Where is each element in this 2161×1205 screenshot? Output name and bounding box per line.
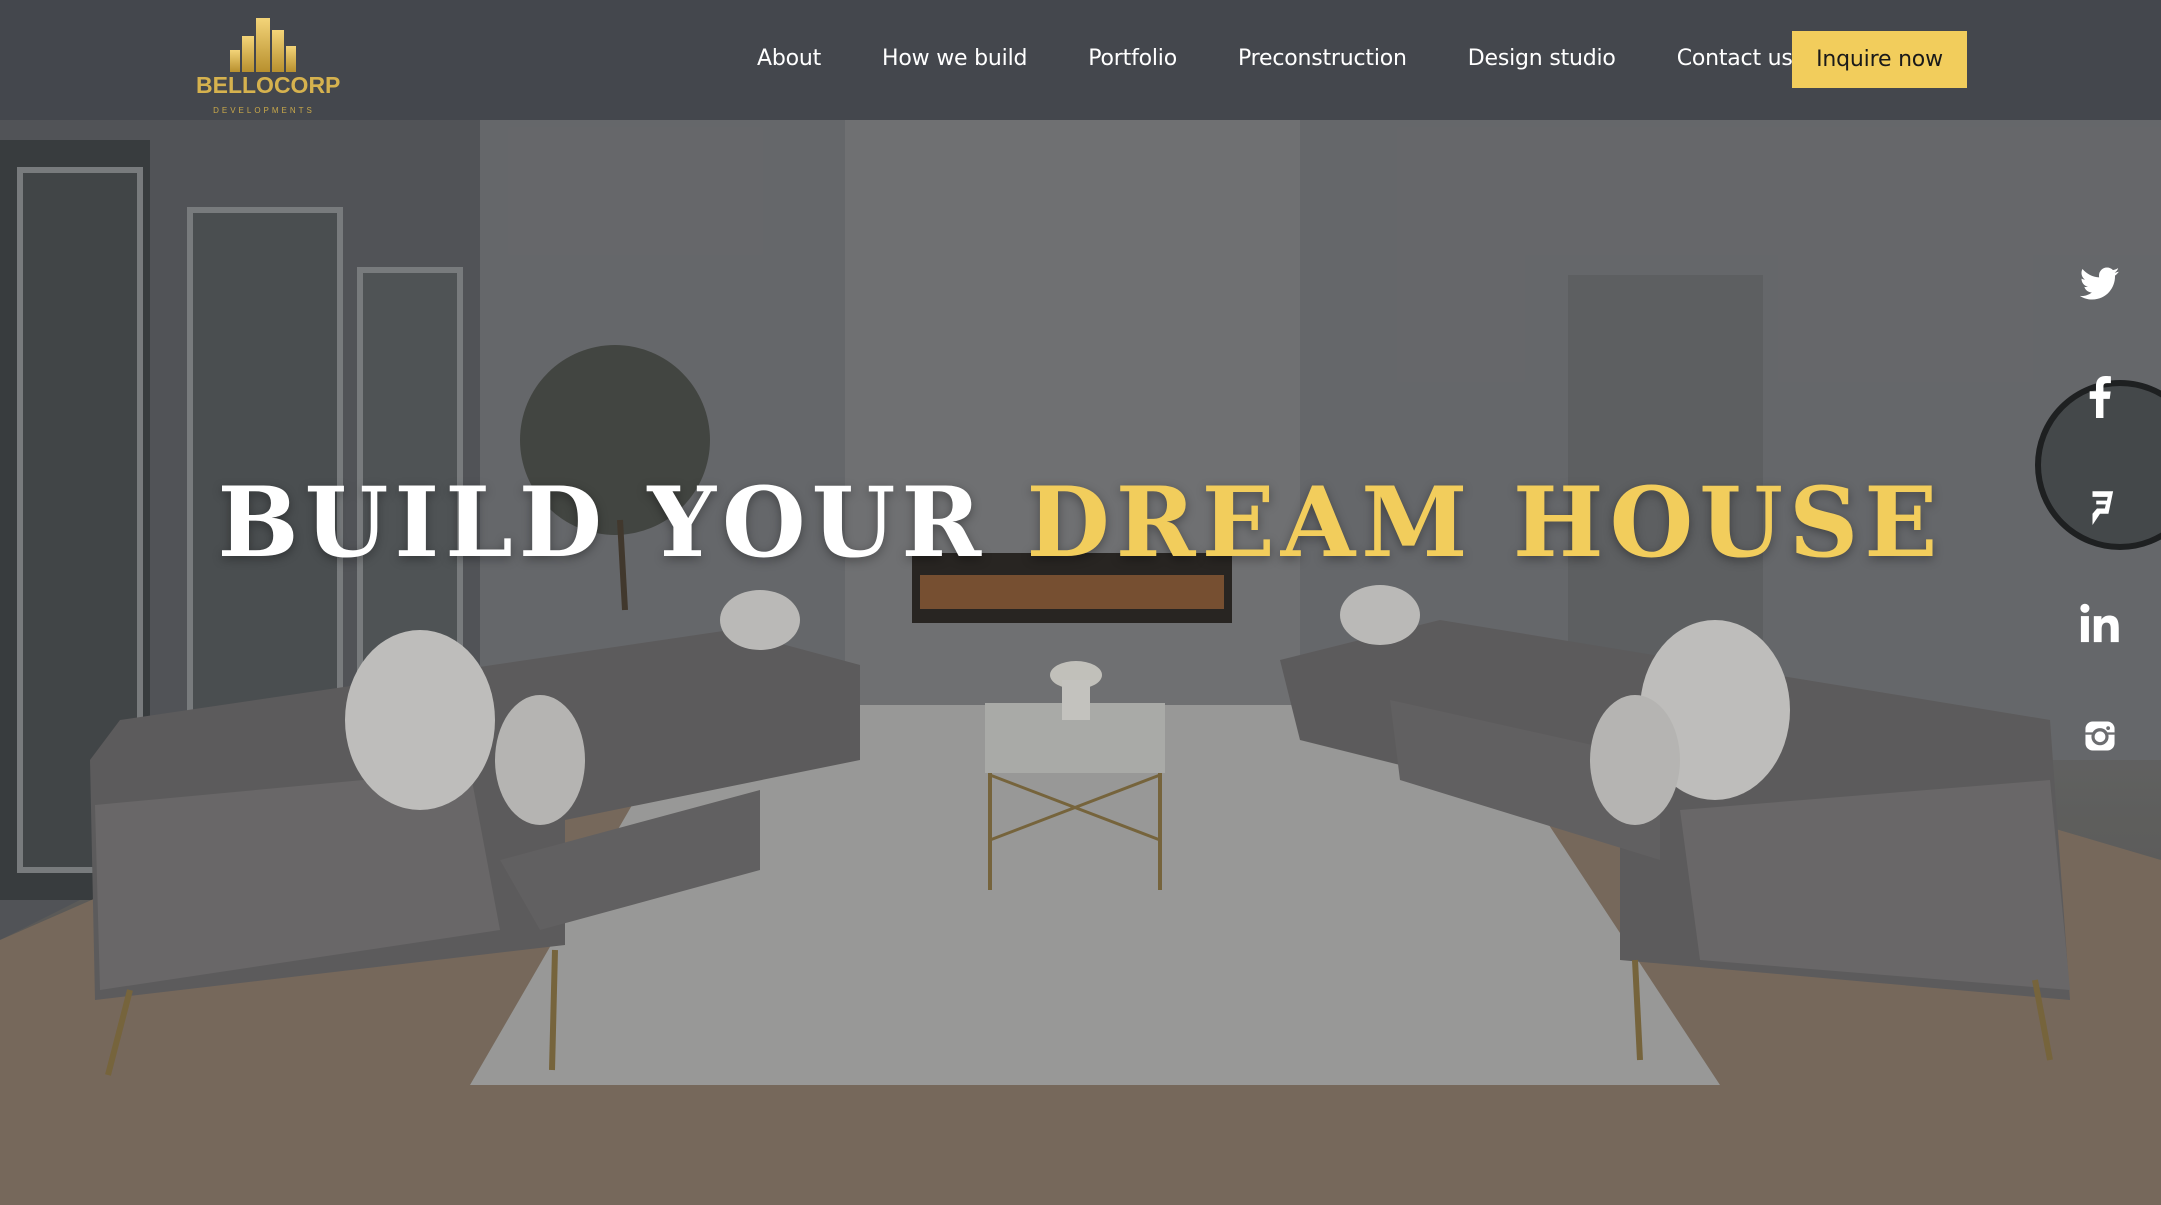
foursquare-icon[interactable] xyxy=(2078,488,2122,532)
linkedin-icon[interactable] xyxy=(2078,601,2122,645)
hero-dark-overlay xyxy=(0,0,2161,1205)
inquire-now-button[interactable]: Inquire now xyxy=(1792,31,1967,88)
nav-design-studio[interactable]: Design studio xyxy=(1468,46,1616,71)
nav-how-we-build[interactable]: How we build xyxy=(882,46,1027,71)
nav-preconstruction[interactable]: Preconstruction xyxy=(1238,46,1407,71)
facebook-icon[interactable] xyxy=(2078,375,2122,419)
brand-name: BELLOCORP xyxy=(196,72,341,98)
twitter-icon[interactable] xyxy=(2078,262,2122,306)
instagram-icon[interactable] xyxy=(2078,714,2122,758)
main-nav: About How we build Portfolio Preconstruc… xyxy=(757,38,1793,78)
headline-part-white: BUILD YOUR xyxy=(217,466,988,579)
nav-about[interactable]: About xyxy=(757,46,821,71)
site-header: BELLOCORP DEVELOPMENTS About How we buil… xyxy=(0,0,2161,120)
building-logo-icon xyxy=(230,18,296,72)
page: BELLOCORP DEVELOPMENTS About How we buil… xyxy=(0,0,2161,1205)
hero-headline: BUILD YOUR DREAM HOUSE xyxy=(0,470,2161,576)
brand-subtitle: DEVELOPMENTS xyxy=(213,106,315,115)
nav-contact-us[interactable]: Contact us xyxy=(1677,46,1793,71)
nav-portfolio[interactable]: Portfolio xyxy=(1088,46,1177,71)
brand-logo[interactable]: BELLOCORP DEVELOPMENTS xyxy=(196,14,341,115)
headline-part-gold: DREAM HOUSE xyxy=(1026,466,1944,579)
social-links-bar xyxy=(2078,262,2122,827)
